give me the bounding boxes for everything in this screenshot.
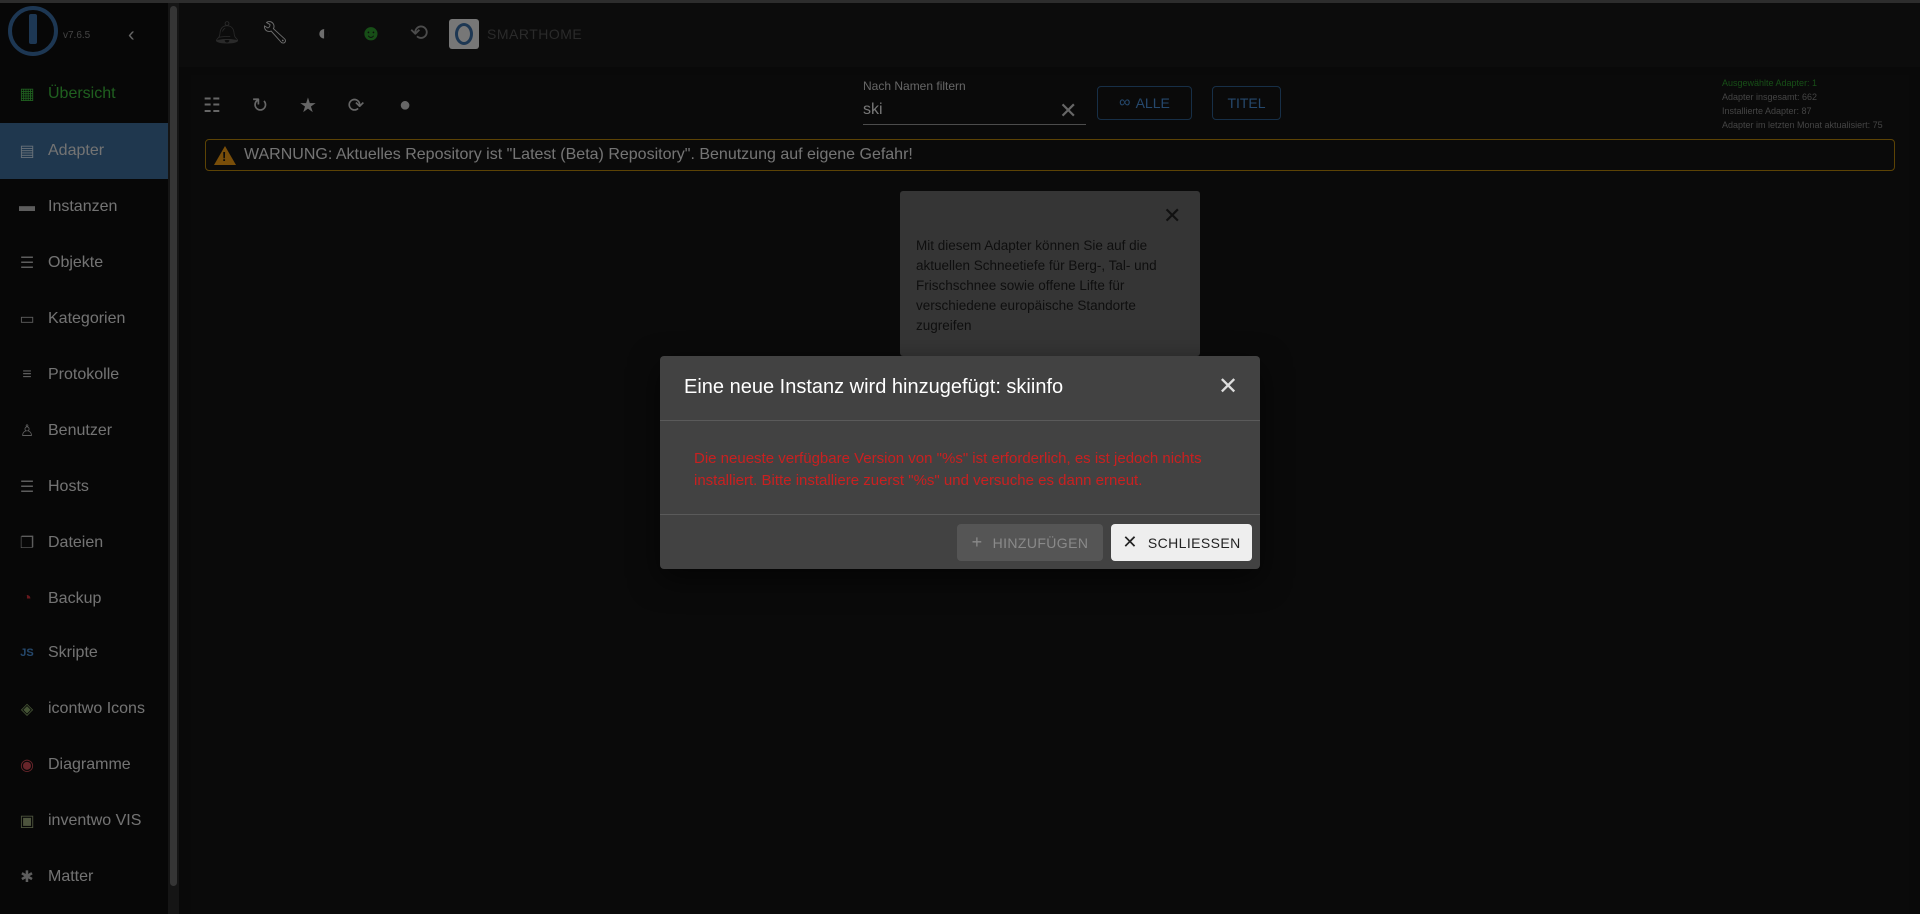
close-icon: ✕ (1122, 532, 1138, 552)
close-button-label: SCHLIESSEN (1147, 534, 1241, 551)
add-button[interactable]: + HINZUFÜGEN (957, 524, 1103, 561)
divider (660, 420, 1260, 421)
add-button-label: HINZUFÜGEN (992, 534, 1089, 551)
add-instance-dialog: Eine neue Instanz wird hinzugefügt: skii… (660, 356, 1260, 569)
dialog-close-icon[interactable]: ✕ (1218, 372, 1238, 401)
dialog-error-message: Die neueste verfügbare Version von "%s" … (694, 450, 1202, 489)
divider (660, 514, 1260, 515)
dialog-title: Eine neue Instanz wird hinzugefügt: skii… (684, 376, 1064, 398)
close-button[interactable]: ✕ SCHLIESSEN (1111, 524, 1252, 561)
plus-icon: + (971, 532, 983, 552)
